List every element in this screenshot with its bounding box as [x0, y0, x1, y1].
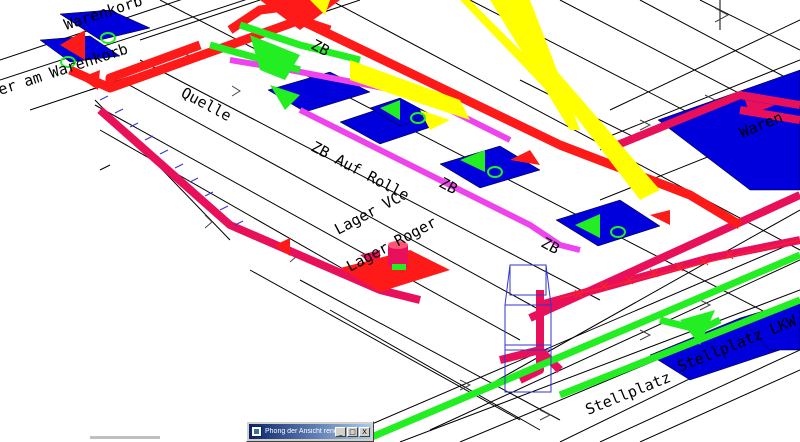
render-status-title: Phong der Ansicht rendern	[265, 428, 335, 435]
cad-scene: Warenkorb er am Warenkorb Quelle ZB ZB A…	[0, 0, 800, 442]
label-lager-vc: Lager VC	[331, 189, 403, 239]
maximize-button[interactable]: □	[347, 426, 358, 437]
label-quelle: Quelle	[178, 84, 234, 125]
label-zb-bottom: ZB	[538, 234, 562, 258]
cad-3d-viewport[interactable]: Warenkorb er am Warenkorb Quelle ZB ZB A…	[0, 0, 800, 442]
minimize-button[interactable]: _	[335, 426, 346, 437]
label-zb-top: ZB	[308, 36, 332, 60]
render-status-window[interactable]: Phong der Ansicht rendern _ □ X	[246, 421, 374, 442]
close-button[interactable]: X	[359, 426, 370, 437]
render-app-icon	[251, 426, 262, 437]
taskbar-strip	[90, 436, 160, 439]
render-status-titlebar[interactable]: Phong der Ansicht rendern _ □ X	[249, 424, 371, 439]
